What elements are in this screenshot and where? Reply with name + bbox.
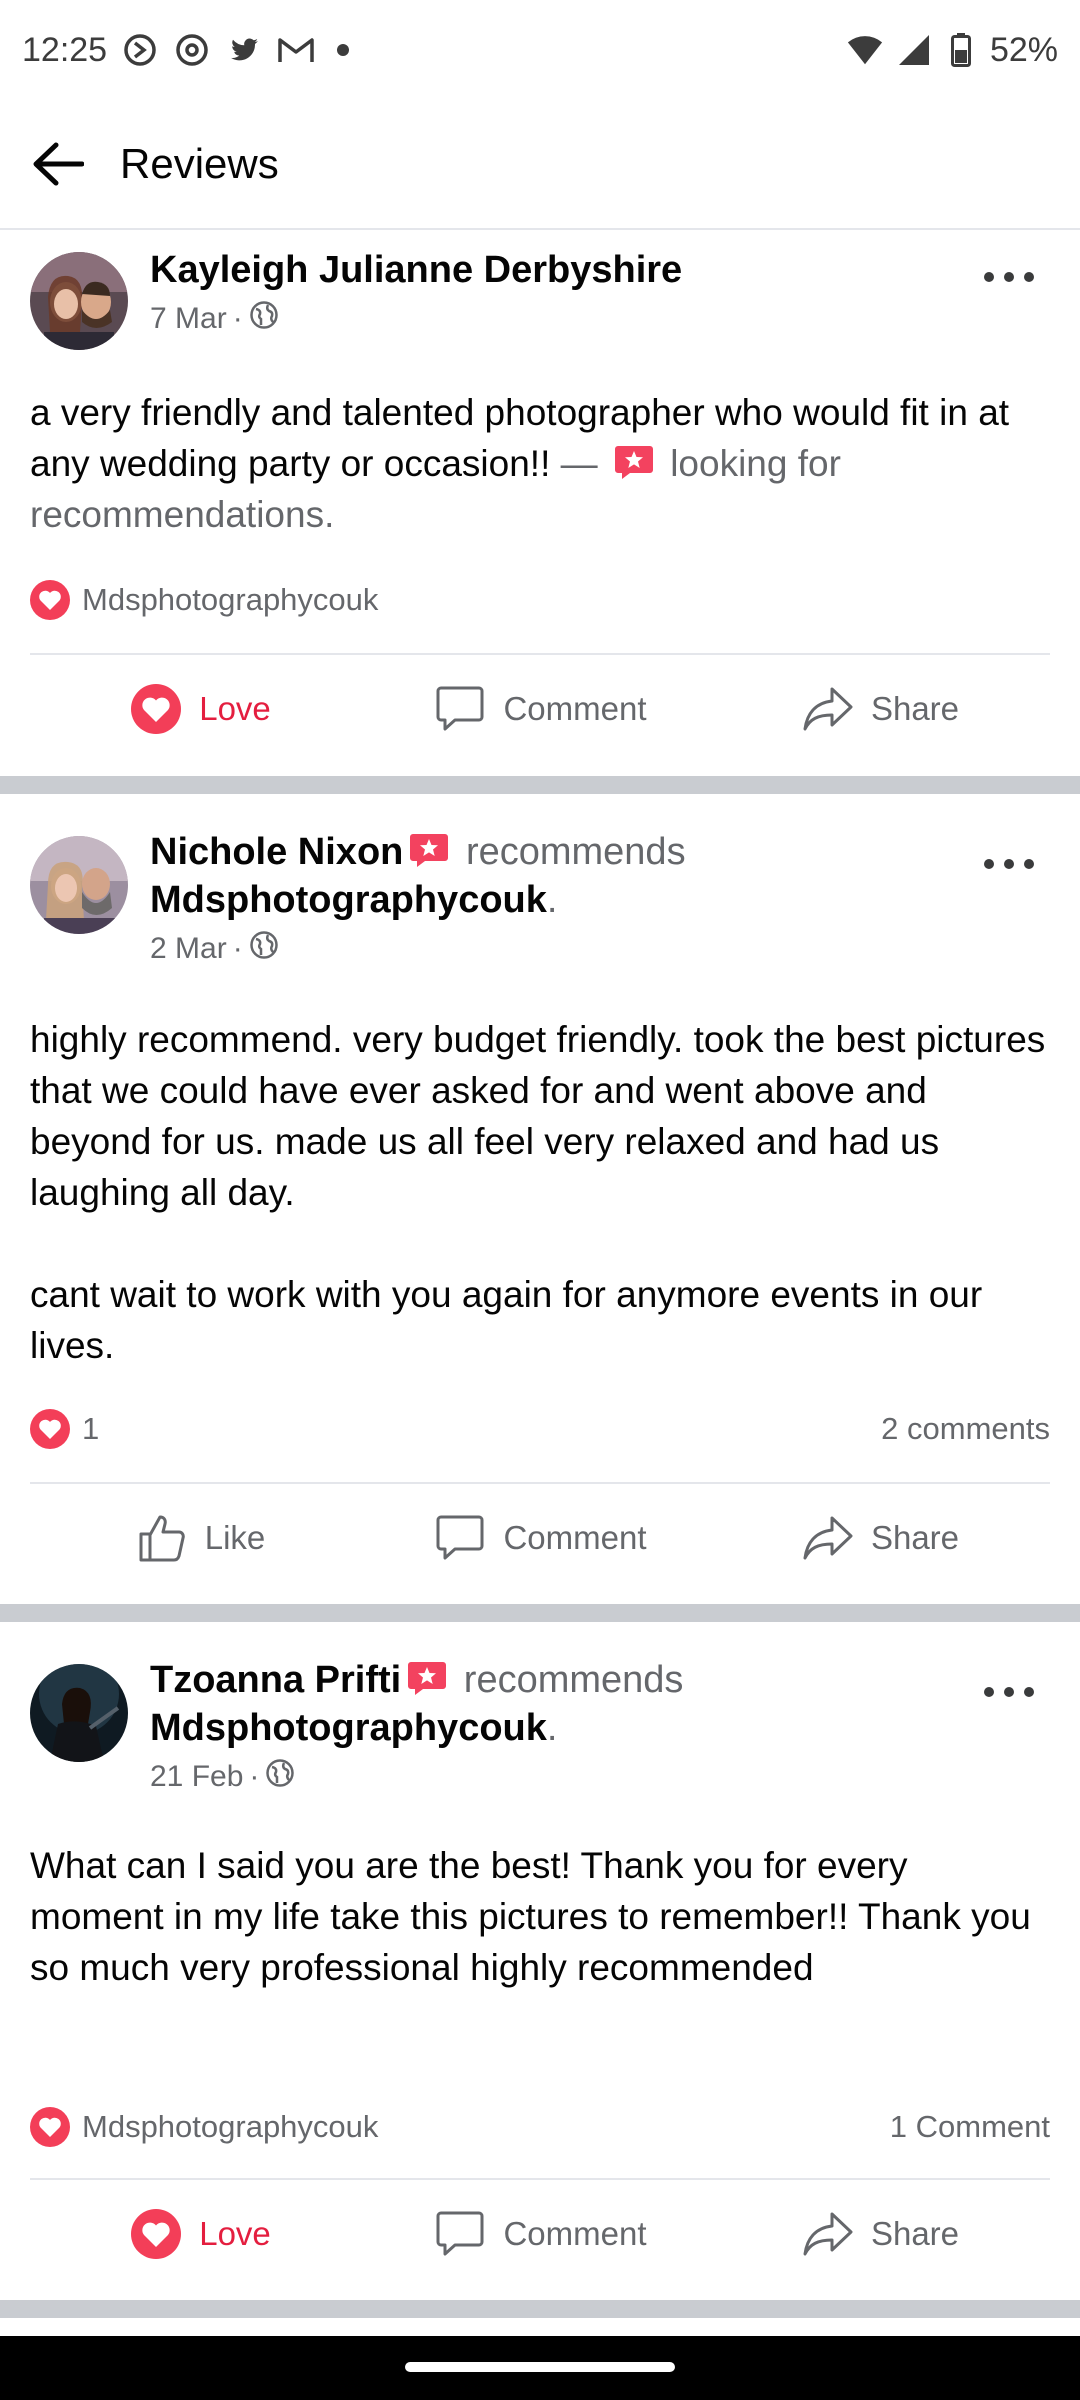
status-time: 12:25: [22, 30, 108, 69]
recommend-badge-icon: [409, 832, 449, 868]
comment-count[interactable]: 1 Comment: [890, 2109, 1050, 2145]
comment-icon: [433, 1511, 487, 1565]
review-text: a very friendly and talented photographe…: [30, 392, 1010, 484]
globe-icon: [265, 1758, 295, 1796]
author-name[interactable]: Tzoanna Prifti: [150, 1659, 401, 1701]
meta-separator: ·: [249, 1760, 260, 1793]
comment-icon: [433, 682, 487, 736]
post-divider: [0, 2300, 1080, 2318]
post-body: What can I said you are the best! Thank …: [30, 1840, 1050, 1993]
back-arrow-icon[interactable]: [28, 134, 88, 194]
avatar[interactable]: [30, 1664, 128, 1762]
page-name[interactable]: Mdsphotographycouk: [150, 879, 547, 921]
globe-icon: [249, 300, 279, 338]
love-label: Love: [199, 690, 271, 727]
cell-signal-icon: [894, 31, 932, 69]
love-label: Love: [199, 2215, 271, 2252]
post-divider: [0, 776, 1080, 794]
love-reaction-icon: [30, 2107, 70, 2147]
share-button[interactable]: Share: [710, 655, 1050, 763]
share-icon: [801, 2207, 855, 2261]
post-date[interactable]: 21 Feb: [150, 1760, 243, 1794]
post-body: a very friendly and talented photographe…: [30, 387, 1050, 540]
review-post: Kayleigh Julianne Derbyshire 7 Mar · a v…: [0, 232, 1080, 772]
reaction-count: 1: [82, 1411, 100, 1446]
comment-button[interactable]: Comment: [370, 1484, 710, 1592]
recommend-badge-icon: [614, 442, 654, 479]
post-date[interactable]: 2 Mar: [150, 932, 227, 966]
review-post: Nichole Nixon recommends Mdsphotographyc…: [0, 794, 1080, 1604]
activity-dash: —: [560, 443, 598, 484]
post-meta: 2 Mar ·: [150, 930, 960, 968]
like-label: Like: [204, 1519, 266, 1556]
meta-separator: ·: [232, 932, 243, 965]
comment-label: Comment: [503, 690, 647, 727]
more-options-icon[interactable]: [984, 262, 1034, 292]
threads-icon: [173, 31, 211, 69]
post-body: highly recommend. very budget friendly. …: [30, 1014, 1050, 1371]
review-paragraph: cant wait to work with you again for any…: [30, 1274, 983, 1366]
comment-button[interactable]: Comment: [370, 655, 710, 763]
comment-label: Comment: [503, 1519, 647, 1556]
review-post: Tzoanna Prifti recommends Mdsphotography…: [0, 1622, 1080, 2302]
post-date[interactable]: 7 Mar: [150, 302, 227, 336]
recommends-label: recommends: [463, 1659, 684, 1701]
review-paragraph: highly recommend. very budget friendly. …: [30, 1019, 1046, 1213]
author-name[interactable]: Nichole Nixon: [150, 831, 403, 873]
reaction-text: Mdsphotographycouk: [82, 2109, 379, 2144]
post-divider: [0, 1604, 1080, 1622]
home-gesture-handle[interactable]: [405, 2362, 675, 2372]
recommend-badge-icon: [407, 1660, 447, 1696]
love-button[interactable]: Love: [30, 2180, 370, 2288]
love-button[interactable]: Love: [30, 655, 370, 763]
author-name[interactable]: Kayleigh Julianne Derbyshire: [150, 249, 682, 291]
status-bar: 12:25 52%: [0, 0, 1080, 100]
more-options-icon[interactable]: [984, 849, 1034, 879]
share-label: Share: [870, 1519, 960, 1556]
recommends-label: recommends: [465, 831, 686, 873]
wifi-icon: [846, 31, 884, 69]
post-actions: Love Comment Share: [30, 2178, 1050, 2288]
post-actions: Like Comment Share: [30, 1482, 1050, 1592]
share-icon: [801, 682, 855, 736]
share-label: Share: [870, 690, 960, 727]
reaction-summary[interactable]: Mdsphotographycouk: [30, 575, 1050, 625]
reaction-summary[interactable]: Mdsphotographycouk 1 Comment: [30, 2102, 1050, 2152]
page-title: Reviews: [120, 140, 279, 187]
reaction-text: Mdsphotographycouk: [82, 582, 379, 617]
post-meta: 7 Mar ·: [150, 300, 960, 338]
review-text: What can I said you are the best! Thank …: [30, 1845, 1031, 1988]
love-reaction-icon: [30, 1409, 70, 1449]
more-options-icon[interactable]: [984, 1677, 1034, 1707]
comment-label: Comment: [503, 2215, 647, 2252]
system-nav-bar: [0, 2336, 1080, 2400]
battery-icon: [942, 31, 980, 69]
app-bar: Reviews: [0, 100, 1080, 230]
battery-percent: 52%: [989, 30, 1058, 69]
meta-separator: ·: [232, 302, 243, 335]
post-meta: 21 Feb ·: [150, 1758, 960, 1796]
share-button[interactable]: Share: [710, 2180, 1050, 2288]
globe-icon: [249, 930, 279, 968]
notification-dot-icon: [337, 44, 350, 56]
love-icon: [129, 682, 183, 736]
whatsapp-icon: [121, 31, 159, 69]
comment-count[interactable]: 2 comments: [881, 1411, 1050, 1447]
avatar[interactable]: [30, 836, 128, 934]
thumbs-up-icon: [135, 1511, 189, 1565]
gmail-icon: [277, 31, 315, 69]
twitter-icon: [225, 31, 263, 69]
like-button[interactable]: Like: [30, 1484, 370, 1592]
love-icon: [129, 2207, 183, 2261]
share-label: Share: [870, 2215, 960, 2252]
share-button[interactable]: Share: [710, 1484, 1050, 1592]
avatar[interactable]: [30, 252, 128, 350]
share-icon: [801, 1511, 855, 1565]
page-name[interactable]: Mdsphotographycouk: [150, 1707, 547, 1749]
comment-button[interactable]: Comment: [370, 2180, 710, 2288]
comment-icon: [433, 2207, 487, 2261]
post-actions: Love Comment Share: [30, 653, 1050, 763]
reaction-summary[interactable]: 1 2 comments: [30, 1404, 1050, 1454]
love-reaction-icon: [30, 580, 70, 620]
